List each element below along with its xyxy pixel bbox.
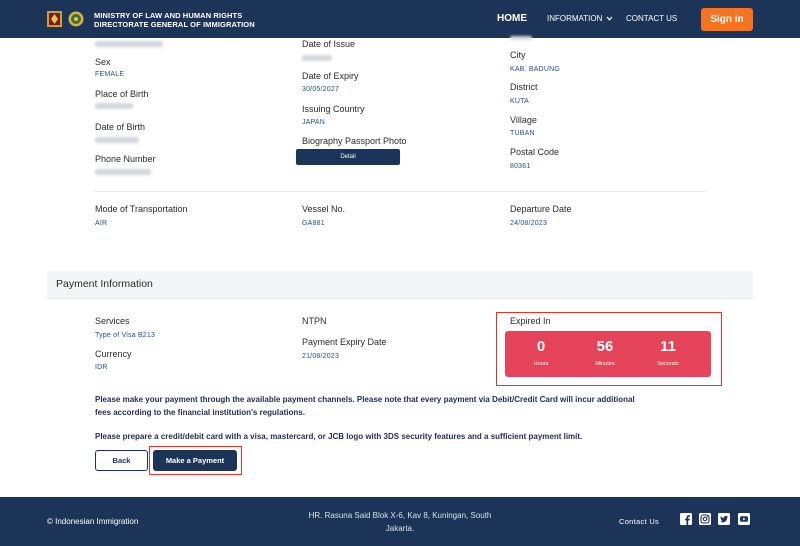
village-label: Village	[510, 115, 537, 125]
date-of-expiry-value: 30/05/2027	[302, 86, 340, 93]
brand-text: MINISTRY OF LAW AND HUMAN RIGHTS DIRECTO…	[94, 11, 255, 29]
village-value: TUBAN	[510, 130, 535, 137]
countdown-minutes: 56	[596, 338, 614, 355]
services-label: Services	[95, 316, 130, 326]
nav-home-link[interactable]: HOME	[497, 13, 527, 24]
phone-number-redacted	[95, 169, 151, 175]
countdown-seconds: 11	[660, 338, 676, 355]
ministry-logo[interactable]	[47, 11, 87, 27]
mode-of-transportation-value: AIR	[95, 220, 108, 227]
departure-date-label: Departure Date	[510, 204, 572, 214]
date-of-issue-redacted	[302, 55, 332, 61]
biography-photo-label: Biography Passport Photo	[302, 136, 407, 146]
sign-in-button[interactable]: Sign In	[701, 8, 753, 31]
redacted-value	[95, 41, 163, 47]
detail-button[interactable]: Detail	[296, 149, 400, 165]
payment-note-1-line-2: fees according to the financial institut…	[95, 408, 305, 417]
district-label: District	[510, 82, 538, 92]
payment-info-title: Payment Information	[56, 278, 153, 290]
issuing-country-value: JAPAN	[302, 119, 326, 126]
currency-label: Currency	[95, 349, 132, 359]
payment-note-1-line-1: Please make your payment through the ava…	[95, 395, 635, 404]
redacted-value	[510, 36, 532, 40]
ntpn-label: NTPN	[302, 316, 327, 326]
countdown-hours-label: Hours	[533, 361, 549, 367]
payment-expiry-date-label: Payment Expiry Date	[302, 337, 387, 347]
date-of-issue-label: Date of Issue	[302, 39, 356, 49]
date-of-birth-label: Date of Birth	[95, 122, 146, 132]
footer-address-line-1: HR. Rasuna Said Blok X-6, Kav 8, Kuninga…	[308, 511, 492, 520]
vessel-no-label: Vessel No.	[302, 204, 346, 214]
sex-value: FEMALE	[95, 71, 125, 78]
payment-expiry-date-value: 21/08/2023	[302, 353, 340, 360]
place-of-birth-redacted	[95, 103, 133, 109]
departure-date-value: 24/08/2023	[510, 220, 548, 227]
date-of-birth-redacted	[95, 137, 139, 143]
facebook-icon[interactable]	[680, 513, 692, 525]
countdown-seconds-label: Seconds	[657, 361, 679, 367]
expired-in-label: Expired In	[510, 316, 551, 326]
nav-information-dropdown[interactable]: INFORMATION	[547, 14, 613, 23]
postal-code-label: Postal Code	[510, 147, 560, 157]
footer-contact-us[interactable]: Contact Us	[619, 517, 659, 526]
instagram-icon[interactable]	[699, 513, 711, 525]
footer-address: HR. Rasuna Said Blok X-6, Kav 8, Kuninga…	[290, 509, 510, 535]
vessel-no-value: GA881	[302, 220, 325, 227]
mode-of-transportation-label: Mode of Transportation	[95, 204, 188, 214]
payment-note-2: Please prepare a credit/debit card with …	[95, 432, 583, 441]
make-payment-button[interactable]: Make a Payment	[153, 450, 237, 471]
footer-address-line-2: Jakarta.	[385, 524, 415, 533]
countdown-hours: 0	[536, 338, 546, 355]
sex-label: Sex	[95, 57, 111, 67]
district-value: KUTA	[510, 98, 529, 105]
countdown-minutes-label: Minutes	[595, 361, 615, 367]
nav-information-label: INFORMATION	[547, 14, 603, 23]
postal-code-value: 80361	[510, 163, 531, 170]
footer-copyright: © Indonesian Immigration	[47, 517, 139, 526]
phone-number-label: Phone Number	[95, 154, 156, 164]
youtube-icon[interactable]	[738, 513, 750, 525]
brand-line-1: MINISTRY OF LAW AND HUMAN RIGHTS	[94, 11, 243, 20]
issuing-country-label: Issuing Country	[302, 104, 365, 114]
back-button[interactable]: Back	[95, 450, 148, 471]
twitter-icon[interactable]	[718, 513, 730, 525]
services-value: Type of Visa B213	[95, 332, 156, 339]
date-of-expiry-label: Date of Expiry	[302, 71, 359, 81]
nav-contact-link[interactable]: CONTACT US	[626, 14, 677, 23]
chevron-down-icon	[606, 16, 613, 22]
city-value: KAB. BADUNG	[510, 66, 561, 73]
payment-note-1: Please make your payment through the ava…	[95, 393, 635, 419]
section-divider	[95, 191, 706, 192]
currency-value: IDR	[95, 364, 108, 371]
place-of-birth-label: Place of Birth	[95, 89, 149, 99]
city-label: City	[510, 50, 526, 60]
brand-line-2: DIRECTORATE GENERAL OF IMMIGRATION	[94, 20, 255, 29]
